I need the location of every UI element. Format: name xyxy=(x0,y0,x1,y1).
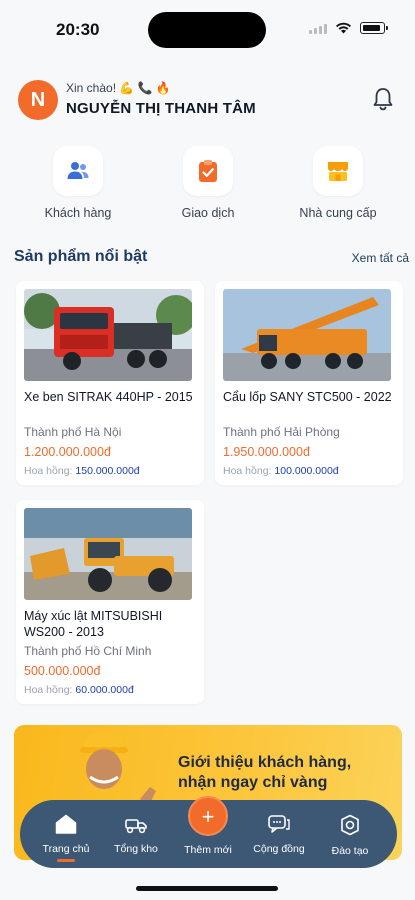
product-city: Thành phố Hải Phòng xyxy=(223,425,340,439)
quick-action-transactions[interactable]: Giao dịch xyxy=(148,146,268,220)
product-price: 1.950.000.000đ xyxy=(223,445,310,459)
plus-icon: + xyxy=(201,804,215,829)
banner-text: Giới thiệu khách hàng, nhận ngay chỉ vàn… xyxy=(178,753,351,793)
status-bar: 20:30 xyxy=(0,0,415,62)
product-card[interactable]: Máy xúc lật MITSUBISHI WS200 - 2013 Thàn… xyxy=(16,500,204,704)
commission-value: 60.000.000đ xyxy=(75,684,134,696)
nav-item-warehouse[interactable]: Tổng kho xyxy=(100,814,172,855)
product-commission: Hoa hồng: 100.000.000đ xyxy=(223,465,395,477)
quick-action-label: Nhà cung cấp xyxy=(299,206,377,220)
chat-icon xyxy=(268,815,290,833)
home-indicator xyxy=(136,886,278,891)
nav-label: Cộng đồng xyxy=(253,843,305,855)
product-city: Thành phố Hồ Chí Minh xyxy=(24,644,152,658)
product-name: Cẩu lốp SANY STC500 - 2022 xyxy=(223,390,392,404)
quick-action-label: Giao dịch xyxy=(181,206,235,220)
quick-actions: Khách hàng Giao dịch Nhà cung cấp xyxy=(0,146,415,226)
banner-line: Giới thiệu khách hàng, xyxy=(178,754,352,771)
product-commission: Hoa hồng: 60.000.000đ xyxy=(24,684,196,696)
bottom-nav: Trang chủ Tổng kho + Thêm mới Cộng đồng … xyxy=(20,796,397,868)
section-title: Sản phẩm nổi bật xyxy=(14,248,148,265)
nav-label: Trang chủ xyxy=(42,843,90,855)
banner-line: nhận ngay chỉ vàng xyxy=(178,774,328,791)
add-new-button[interactable]: + xyxy=(188,796,228,836)
user-name: NGUYỄN THỊ THANH TÂM xyxy=(66,100,256,117)
nav-label: Tổng kho xyxy=(114,843,158,855)
nav-item-home[interactable]: Trang chủ xyxy=(30,814,102,862)
commission-label: Hoa hồng: xyxy=(24,465,73,477)
avatar[interactable]: N xyxy=(18,80,58,120)
commission-label: Hoa hồng: xyxy=(24,684,73,696)
greeting-text: Xin chào! 💪 📞 🔥 xyxy=(66,81,171,95)
product-image xyxy=(223,289,391,381)
user-header: N Xin chào! 💪 📞 🔥 NGUYỄN THỊ THANH TÂM xyxy=(18,78,395,122)
users-icon xyxy=(53,146,103,196)
quick-action-label: Khách hàng xyxy=(44,206,112,220)
home-icon xyxy=(55,814,77,834)
status-icons xyxy=(309,22,388,34)
nav-item-community[interactable]: Cộng đồng xyxy=(243,814,315,855)
clipboard-check-icon xyxy=(183,146,233,196)
product-price: 1.200.000.000đ xyxy=(24,445,111,459)
product-name: Máy xúc lật MITSUBISHI WS200 - 2013 xyxy=(24,609,163,639)
see-all-link[interactable]: Xem tất cả xyxy=(352,251,409,265)
signal-icon xyxy=(309,22,327,34)
nav-label: Đào tạo xyxy=(331,845,369,857)
product-city: Thành phố Hà Nội xyxy=(24,425,122,439)
wifi-icon xyxy=(336,22,351,34)
product-price: 500.000.000đ xyxy=(24,664,101,678)
nav-label: Thêm mới xyxy=(184,844,232,856)
commission-value: 150.000.000đ xyxy=(75,465,140,477)
quick-action-customers[interactable]: Khách hàng xyxy=(18,146,138,220)
commission-label: Hoa hồng: xyxy=(223,465,272,477)
bell-icon[interactable] xyxy=(371,86,395,112)
truck-icon xyxy=(125,819,147,834)
dynamic-island xyxy=(148,12,266,48)
product-commission: Hoa hồng: 150.000.000đ xyxy=(24,465,196,477)
status-time: 20:30 xyxy=(56,20,100,39)
battery-icon xyxy=(360,22,388,34)
product-card[interactable]: Cẩu lốp SANY STC500 - 2022 Thành phố Hải… xyxy=(215,281,403,485)
nav-item-training[interactable]: Đào tạo xyxy=(314,814,386,857)
product-image xyxy=(24,508,192,600)
training-icon xyxy=(341,814,359,836)
store-icon xyxy=(313,146,363,196)
active-indicator xyxy=(57,859,75,862)
product-image xyxy=(24,289,192,381)
commission-value: 100.000.000đ xyxy=(274,465,339,477)
quick-action-suppliers[interactable]: Nhà cung cấp xyxy=(278,146,398,220)
product-card[interactable]: Xe ben SITRAK 440HP - 2015 Thành phố Hà … xyxy=(16,281,204,485)
product-name: Xe ben SITRAK 440HP - 2015 xyxy=(24,390,193,404)
